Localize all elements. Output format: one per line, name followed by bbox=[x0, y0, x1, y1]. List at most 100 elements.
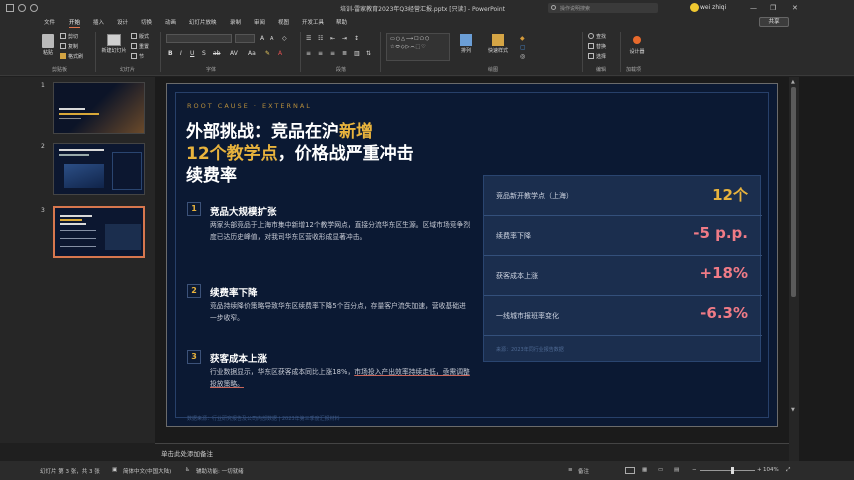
slide-title[interactable]: 外部挑战：竞品在沪新增 12个教学点，价格战严重冲击续费率 bbox=[186, 121, 416, 187]
tab-animations[interactable]: 动画 bbox=[165, 18, 176, 26]
change-case-icon[interactable]: Aa bbox=[248, 50, 256, 57]
tab-review[interactable]: 审阅 bbox=[254, 18, 265, 26]
slide-thumbnail-2[interactable] bbox=[53, 143, 145, 195]
avatar[interactable] bbox=[690, 3, 699, 12]
redo-icon[interactable] bbox=[30, 4, 38, 12]
scroll-thumb[interactable] bbox=[791, 87, 796, 297]
slide-sorter-icon[interactable]: ▦ bbox=[642, 467, 647, 473]
zoom-out-icon[interactable]: − bbox=[692, 467, 697, 473]
tab-design[interactable]: 设计 bbox=[117, 18, 128, 26]
normal-view-icon[interactable] bbox=[625, 467, 635, 474]
new-slide-button[interactable]: 新建幻灯片 bbox=[100, 34, 128, 54]
slide-thumbnail-1[interactable] bbox=[53, 82, 145, 134]
slide-eyebrow[interactable]: ROOT CAUSE · EXTERNAL bbox=[187, 102, 312, 110]
columns-icon[interactable]: ▥ bbox=[354, 50, 360, 57]
notes-icon[interactable]: ≡ bbox=[568, 467, 573, 473]
tab-help[interactable]: 帮助 bbox=[336, 18, 347, 26]
share-button[interactable]: 共享 bbox=[759, 17, 789, 27]
tab-developer[interactable]: 开发工具 bbox=[302, 18, 324, 26]
clear-format-icon[interactable]: ◇ bbox=[282, 35, 287, 42]
tab-home[interactable]: 开始 bbox=[69, 18, 81, 28]
tab-slideshow[interactable]: 幻灯片放映 bbox=[189, 18, 217, 26]
decrease-indent-icon[interactable]: ⇤ bbox=[330, 35, 335, 42]
tab-insert[interactable]: 插入 bbox=[93, 18, 104, 26]
zoom-slider[interactable] bbox=[700, 470, 755, 471]
reading-view-icon[interactable]: ▭ bbox=[658, 467, 663, 473]
zoom-level[interactable]: 104% bbox=[763, 467, 779, 473]
align-right-icon[interactable]: ≡ bbox=[330, 50, 335, 57]
arrange-button[interactable]: 排列 bbox=[455, 34, 477, 54]
align-left-icon[interactable]: ≡ bbox=[306, 50, 311, 57]
kpi-panel[interactable]: 竞品新开教学点（上海） 12个 续费率下降 -5 p.p. 获客成本上涨 +18… bbox=[483, 175, 762, 362]
accessibility-status[interactable]: 辅助功能: 一切就绪 bbox=[196, 467, 244, 475]
item-heading[interactable]: 获客成本上涨 bbox=[210, 351, 267, 365]
tab-record[interactable]: 录制 bbox=[230, 18, 241, 26]
font-color-icon[interactable]: A bbox=[278, 50, 282, 57]
user-name[interactable]: wei zhiqi bbox=[700, 4, 726, 11]
select-button[interactable]: 选择 bbox=[588, 53, 606, 60]
cut-button[interactable]: 剪切 bbox=[60, 33, 78, 40]
bold-icon[interactable]: B bbox=[168, 50, 173, 57]
numbering-icon[interactable]: ☷ bbox=[318, 35, 323, 42]
replace-button[interactable]: 替换 bbox=[588, 43, 606, 50]
shape-fill-icon[interactable]: ◆ bbox=[520, 35, 525, 42]
strikethrough-icon[interactable]: ab bbox=[213, 50, 221, 57]
vertical-scrollbar[interactable]: ▲ ▼ bbox=[789, 77, 799, 461]
shape-effects-icon[interactable]: ◎ bbox=[520, 53, 525, 60]
line-spacing-icon[interactable]: ↕ bbox=[354, 35, 359, 42]
zoom-knob[interactable] bbox=[731, 467, 734, 474]
reset-button[interactable]: 重置 bbox=[131, 43, 149, 50]
item-body[interactable]: 行业数据显示，华东区获客成本同比上涨18%，市场投入产出效率持续走低，亟需调整投… bbox=[210, 366, 472, 390]
tab-transitions[interactable]: 切换 bbox=[141, 18, 152, 26]
shadow-icon[interactable]: S bbox=[202, 50, 206, 57]
notes-pane[interactable]: 单击此处添加备注 bbox=[155, 443, 789, 461]
font-name-dropdown[interactable] bbox=[166, 34, 232, 43]
shrink-font-icon[interactable]: A bbox=[270, 36, 273, 42]
restore-icon[interactable]: ❐ bbox=[770, 4, 776, 12]
search-input[interactable]: 操作说明搜索 bbox=[548, 3, 658, 13]
item-body[interactable]: 两家头部竞品于上海市集中新增12个教学网点，直接分流华东区生源。区域市场竞争烈度… bbox=[210, 219, 472, 243]
close-icon[interactable]: ✕ bbox=[792, 4, 798, 12]
item-body[interactable]: 竞品持续降价策略导致华东区续费率下降5个百分点，存量客户流失加速，营收基础进一步… bbox=[210, 300, 472, 324]
justify-icon[interactable]: ≣ bbox=[342, 50, 347, 57]
font-size-dropdown[interactable] bbox=[235, 34, 255, 43]
item-heading[interactable]: 竞品大规模扩张 bbox=[210, 204, 277, 218]
align-center-icon[interactable]: ≡ bbox=[318, 50, 323, 57]
shapes-gallery[interactable]: ▭○△⟶☐⬠⬡ ☆⬭◇▷⌒⬚♡ bbox=[386, 33, 450, 61]
designer-button[interactable]: 设计器 bbox=[626, 34, 648, 55]
quick-styles-button[interactable]: 快速样式 bbox=[484, 34, 512, 54]
italic-icon[interactable]: I bbox=[180, 50, 182, 57]
slide-footer[interactable]: 数据来源：行业研究报告及公司内部数据 | 2023年第三季度汇报材料 bbox=[187, 415, 340, 422]
underline-icon[interactable]: U bbox=[190, 50, 194, 57]
layout-button[interactable]: 版式 bbox=[131, 33, 149, 40]
grow-font-icon[interactable]: A bbox=[260, 35, 264, 42]
fit-slide-icon[interactable]: ⤢ bbox=[786, 467, 790, 474]
zoom-in-icon[interactable]: + bbox=[757, 467, 762, 473]
slide-thumbnail-3[interactable] bbox=[53, 206, 145, 258]
accessibility-icon[interactable]: ♿ bbox=[185, 467, 190, 473]
increase-indent-icon[interactable]: ⇥ bbox=[342, 35, 347, 42]
format-painter-button[interactable]: 格式刷 bbox=[60, 53, 83, 60]
language-indicator[interactable]: 简体中文(中国大陆) bbox=[123, 467, 171, 475]
save-icon[interactable] bbox=[6, 4, 14, 12]
scroll-up-icon[interactable]: ▲ bbox=[791, 79, 795, 85]
bullets-icon[interactable]: ☰ bbox=[306, 35, 311, 42]
tab-view[interactable]: 视图 bbox=[278, 18, 289, 26]
scroll-down-icon[interactable]: ▼ bbox=[791, 407, 795, 413]
item-heading[interactable]: 续费率下降 bbox=[210, 285, 258, 299]
minimize-icon[interactable]: — bbox=[750, 4, 757, 12]
text-direction-icon[interactable]: ⇅ bbox=[366, 50, 371, 57]
paste-button[interactable]: 粘贴 bbox=[40, 34, 56, 56]
spellcheck-icon[interactable]: ▣ bbox=[112, 467, 117, 473]
section-button[interactable]: 节 bbox=[131, 53, 144, 60]
slideshow-icon[interactable]: ▤ bbox=[674, 467, 679, 473]
find-button[interactable]: 查找 bbox=[588, 33, 606, 40]
char-spacing-icon[interactable]: AV bbox=[230, 50, 238, 57]
slide[interactable]: ROOT CAUSE · EXTERNAL 外部挑战：竞品在沪新增 12个教学点… bbox=[166, 83, 778, 427]
copy-button[interactable]: 复制 bbox=[60, 43, 78, 50]
notes-toggle[interactable]: 备注 bbox=[578, 467, 589, 475]
undo-icon[interactable] bbox=[18, 4, 26, 12]
tab-file[interactable]: 文件 bbox=[44, 18, 55, 26]
highlight-icon[interactable]: ✎ bbox=[265, 50, 270, 57]
shape-outline-icon[interactable]: ▢ bbox=[520, 44, 526, 51]
